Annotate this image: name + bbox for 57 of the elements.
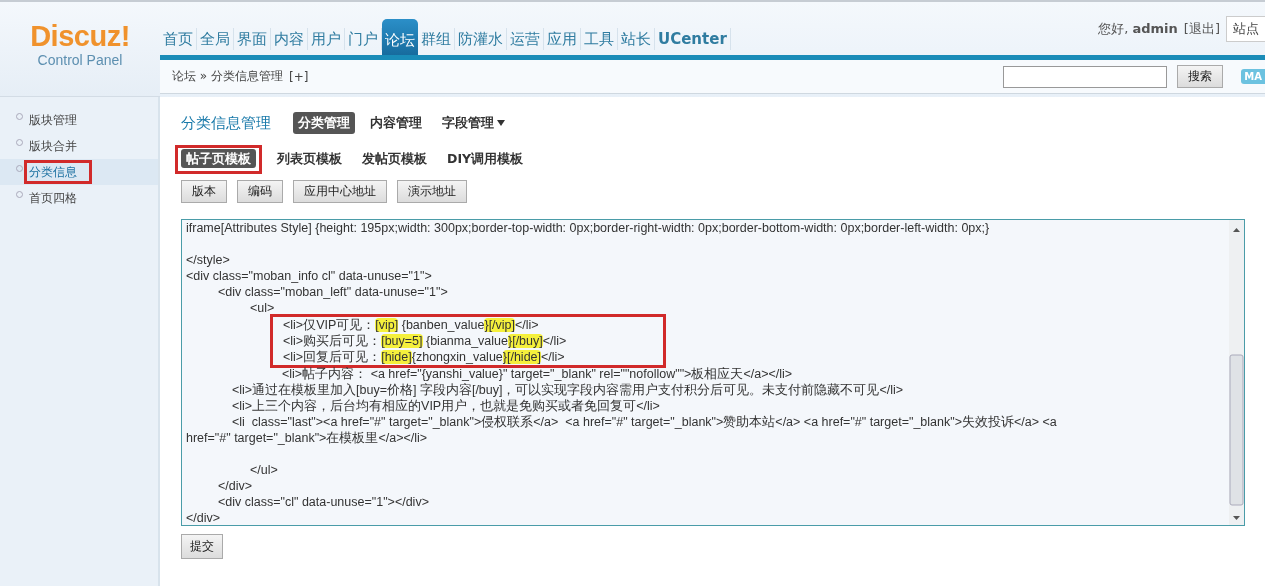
tab[interactable]: 内容管理	[365, 112, 427, 134]
sidebar-item[interactable]: 版块合并	[0, 133, 158, 159]
sidebar-item[interactable]: 首页四格	[0, 185, 158, 211]
code-editor[interactable]	[181, 219, 1245, 526]
logo-subtitle: Control Panel	[37, 52, 123, 68]
code-line: <div class="moban_info cl" data-unuse="1">	[186, 268, 433, 284]
nav-tab[interactable]: UCenter	[655, 28, 731, 50]
logout-link[interactable]: [退出]	[1183, 20, 1220, 38]
nav-tab[interactable]: 防灌水	[455, 28, 507, 50]
search-field[interactable]	[1003, 65, 1168, 88]
tab[interactable]: 列表页模板	[272, 149, 347, 170]
nav-tab[interactable]: 运营	[507, 28, 544, 50]
code-line: <div class="cl" data-unuse="1"></div>	[217, 494, 430, 510]
code-line: <li>帖子内容： <a href="{yanshi_value}" target="_blank" rel=""nofollow"">板相应天</a></li>	[281, 366, 794, 382]
code-line: <div class="moban_left" data-unuse="1">	[217, 284, 449, 300]
nav-tab[interactable]: 工具	[581, 28, 618, 50]
action-button[interactable]: 版本	[181, 180, 227, 203]
sidebar-item[interactable]: 版块管理	[0, 107, 158, 133]
tab[interactable]: 分类管理	[293, 112, 355, 134]
tab[interactable]: 帖子页模板	[181, 149, 256, 168]
action-button[interactable]: 演示地址	[397, 180, 467, 203]
scrollbar[interactable]	[1229, 220, 1244, 525]
breadcrumb: 论坛 » 分类信息管理	[172, 68, 283, 85]
site-button[interactable]: 站点	[1226, 16, 1265, 42]
nav-tab[interactable]: 站长	[618, 28, 655, 50]
nav-tab[interactable]: 首页	[160, 28, 197, 50]
code-line: <ul>	[249, 300, 276, 316]
nav-tab[interactable]: 应用	[544, 28, 581, 50]
code-line: <li>通过在模板里加入[buy=价格] 字段内容[/buy]，可以实现字段内容需用户支付积分后可见。未支付前隐藏不可见</li>	[230, 382, 905, 398]
nav-tab[interactable]: 内容	[271, 28, 308, 50]
search-button[interactable]: 搜索	[1177, 65, 1224, 88]
code-line: iframe[Attributes Style] {height: 195px;width: 300px;border-top-width: 0px;border-right-width: 0px;border-bottom-width: 0px;border-left-width: 0px;}	[186, 220, 991, 236]
code-line: </ul>	[249, 462, 279, 478]
logo: Discuz!	[30, 20, 130, 52]
nav-tab[interactable]: 用户	[308, 28, 345, 50]
nav-tab[interactable]: 群组	[418, 28, 455, 50]
nav-tab[interactable]: 全局	[197, 28, 234, 50]
add-link[interactable]: [+]	[289, 69, 309, 84]
sidebar-item[interactable]: 分类信息	[0, 159, 158, 185]
code-line: <li>购买后可见：[buy=5] {bianma_value}[/buy]</li>	[283, 333, 568, 349]
submit-button[interactable]: 提交	[181, 534, 223, 559]
tab[interactable]: DIY调用模板	[442, 149, 529, 170]
code-line: <li class="last"><a href="#" target="_blank">侵权联系</a> <a href="#" target="_blank">赞助本站</a> <a href="#" target="_blank">失效投诉</a> <a	[230, 414, 1058, 430]
greeting: 您好, admin	[1098, 20, 1178, 38]
action-button[interactable]: 应用中心地址	[293, 180, 387, 203]
caret-icon	[497, 120, 505, 126]
tab[interactable]: 发帖页模板	[357, 149, 432, 170]
page-title: 分类信息管理	[181, 113, 271, 133]
code-line: </div>	[186, 510, 222, 525]
nav-tab[interactable]: 论坛	[382, 19, 418, 55]
code-line: href="#" target="_blank">在模板里</a></li>	[186, 430, 429, 446]
action-button[interactable]: 编码	[237, 180, 283, 203]
code-line: <li>上三个内容，后台均有相应的VIP用户，也就是免购买或者免回复可</li>	[230, 398, 661, 414]
tab[interactable]: 字段管理	[437, 112, 510, 134]
nav-tab[interactable]: 界面	[234, 28, 271, 50]
code-line: </div>	[217, 478, 254, 494]
code-line: </style>	[186, 252, 231, 268]
